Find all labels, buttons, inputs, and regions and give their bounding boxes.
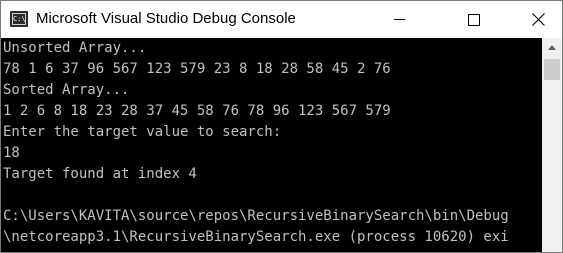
console-line: Sorted Array...	[3, 82, 130, 98]
console-line: \netcoreapp3.1\RecursiveBinarySearch.exe…	[3, 229, 509, 245]
vertical-scrollbar[interactable]	[542, 38, 562, 252]
title-bar[interactable]: C:\ Microsoft Visual Studio Debug Consol…	[1, 1, 562, 38]
console-line: Target found at index 4	[3, 166, 197, 182]
close-icon	[532, 13, 545, 26]
console-line: Unsorted Array...	[3, 40, 147, 56]
console-line: Enter the target value to search:	[3, 124, 282, 140]
scroll-up-button[interactable]	[542, 38, 562, 58]
maximize-icon	[468, 14, 480, 26]
close-button[interactable]	[516, 1, 562, 38]
console-app-icon[interactable]: C:\	[10, 11, 28, 27]
console-app-icon-label: C:\	[12, 13, 26, 25]
minimize-button[interactable]	[376, 1, 422, 38]
chevron-up-icon	[548, 45, 556, 50]
console-output[interactable]: Unsorted Array... 78 1 6 37 96 567 123 5…	[1, 38, 542, 252]
minimize-icon	[394, 19, 405, 20]
console-line: 1 2 6 8 18 23 28 37 45 58 76 78 96 123 5…	[3, 103, 391, 119]
scrollbar-thumb[interactable]	[544, 59, 560, 80]
debug-console-window: C:\ Microsoft Visual Studio Debug Consol…	[0, 0, 563, 253]
console-line: 78 1 6 37 96 567 123 579 23 8 18 28 58 4…	[3, 61, 391, 77]
window-title: Microsoft Visual Studio Debug Console	[36, 10, 296, 27]
console-line: 18	[3, 145, 20, 161]
console-line: C:\Users\KAVITA\source\repos\RecursiveBi…	[3, 208, 509, 224]
maximize-button[interactable]	[422, 1, 480, 38]
